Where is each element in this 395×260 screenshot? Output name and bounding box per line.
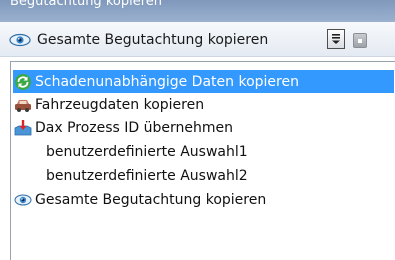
menu-item-gesamte-begutachtung[interactable]: Gesamte Begutachtung kopieren [13,188,394,211]
menu-item-label: Gesamte Begutachtung kopieren [35,191,267,208]
menu-item-label: Dax Prozess ID übernehmen [35,119,234,136]
menu-item-label: benutzerdefinierte Auswahl2 [46,167,248,184]
copy-all-split-button[interactable]: Gesamte Begutachtung kopieren [9,31,268,49]
menu-item-dax-prozess-id[interactable]: Dax Prozess ID übernehmen [13,116,394,139]
window-titlebar: Begutachtung kopieren [0,0,395,22]
dropdown-arrow-icon [332,34,340,44]
dropdown-button[interactable] [327,29,345,49]
menu-item-label: Schadenunabhängige Daten kopieren [35,73,299,90]
dropdown-menu: Schadenunabhängige Daten kopieren Fahrze… [10,61,395,260]
car-icon [14,96,32,114]
options-button[interactable] [353,33,367,48]
eye-icon [14,191,32,209]
import-icon [14,119,32,137]
menu-item-fahrzeugdaten[interactable]: Fahrzeugdaten kopieren [13,93,394,116]
menu-item-auswahl1[interactable]: benutzerdefinierte Auswahl1 [13,140,394,163]
menu-item-auswahl2[interactable]: benutzerdefinierte Auswahl2 [13,164,394,187]
green-refresh-icon [14,73,32,91]
eye-icon [9,33,31,47]
square-icon [358,38,362,43]
window-title: Begutachtung kopieren [10,0,162,9]
menu-item-label: Fahrzeugdaten kopieren [35,96,205,113]
menu-item-label: benutzerdefinierte Auswahl1 [46,143,248,160]
copy-all-label: Gesamte Begutachtung kopieren [37,32,269,48]
menu-item-schadenunabhaengige-daten[interactable]: Schadenunabhängige Daten kopieren [13,70,394,93]
